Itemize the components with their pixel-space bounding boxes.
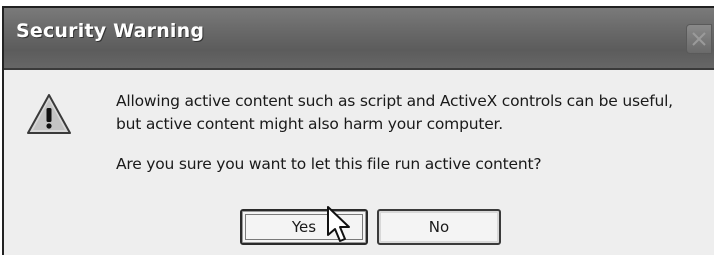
security-warning-dialog: Security Warning Allowing active content… — [2, 6, 714, 255]
no-button[interactable]: No — [377, 209, 501, 245]
message-line-2: but active content might also harm your … — [116, 115, 504, 133]
yes-button-label: Yes — [291, 218, 317, 236]
dialog-title: Security Warning — [16, 20, 205, 42]
warning-icon — [27, 94, 71, 134]
title-bar[interactable]: Security Warning — [4, 8, 714, 70]
close-button[interactable] — [686, 24, 712, 54]
dialog-content: Allowing active content such as script a… — [4, 70, 714, 255]
close-icon — [692, 32, 706, 46]
no-button-label: No — [428, 218, 450, 236]
message-line-1: Allowing active content such as script a… — [116, 92, 673, 110]
confirmation-question: Are you sure you want to let this file r… — [116, 155, 542, 173]
arrow-pointer-icon — [327, 206, 350, 242]
